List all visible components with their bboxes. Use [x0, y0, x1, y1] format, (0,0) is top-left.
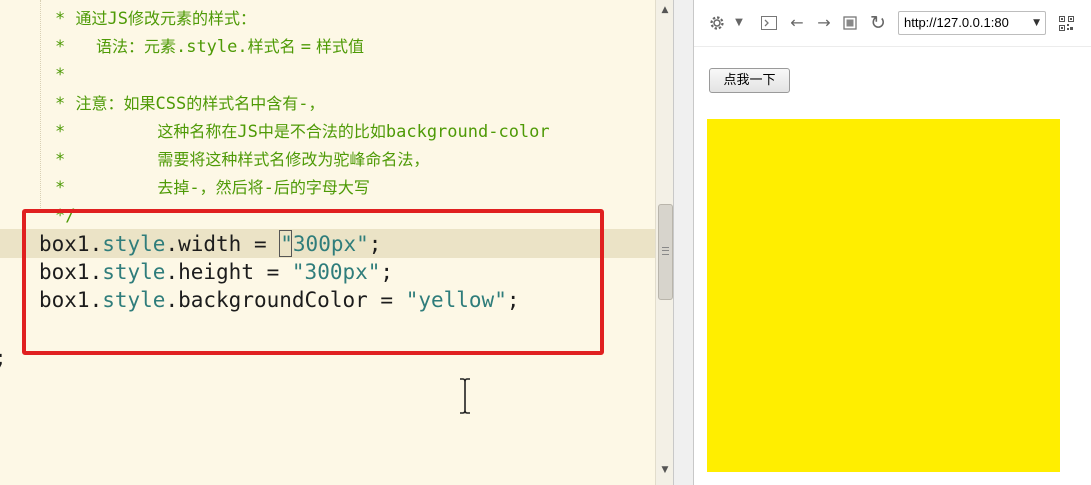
comment-line-5: * 这种名称在JS中是不合法的比如background-color: [55, 122, 550, 142]
scroll-thumb[interactable]: [658, 204, 673, 300]
indent-guide: [40, 0, 42, 212]
qr-code-icon[interactable]: [1057, 12, 1075, 34]
comment-line-6: * 需要将这种样式名修改为驼峰命名法，: [55, 150, 430, 170]
gear-icon[interactable]: [706, 12, 728, 34]
scroll-down-arrow-icon[interactable]: ▼: [656, 464, 673, 476]
code-editor[interactable]: * 通过JS修改元素的样式： * 语法：元素.style.样式名 = 样式值 *…: [0, 0, 673, 485]
closing-semicolon: ;: [0, 344, 7, 373]
stop-icon[interactable]: [842, 12, 858, 34]
box1-yellow-square: [707, 119, 1060, 472]
address-bar[interactable]: http://127.0.0.1:80 ▼: [898, 11, 1046, 35]
refresh-icon[interactable]: ↻: [868, 12, 888, 34]
browser-preview: ▼ ← → ↻ http://127.0.0.1:80 ▼ 点我一下: [694, 0, 1091, 485]
comment-line-7: * 去掉-，然后将-后的字母大写: [55, 178, 370, 198]
comment-line-2: * 语法：元素.style.样式名 = 样式值: [55, 37, 365, 57]
scroll-up-arrow-icon[interactable]: ▲: [656, 4, 673, 16]
forward-arrow-icon[interactable]: →: [814, 12, 834, 34]
click-me-button[interactable]: 点我一下: [709, 68, 790, 93]
comment-line-4: * 注意：如果CSS的样式名中含有-，: [55, 94, 325, 114]
vertical-scrollbar[interactable]: ▲ ▼: [655, 0, 673, 485]
url-text[interactable]: http://127.0.0.1:80: [904, 12, 1009, 34]
comment-line-3: *: [55, 65, 66, 85]
red-highlight-box: [22, 209, 604, 355]
i-beam-cursor-icon: [460, 378, 470, 414]
browser-toolbar: ▼ ← → ↻ http://127.0.0.1:80 ▼: [694, 0, 1091, 47]
url-dropdown-icon[interactable]: ▼: [1033, 12, 1040, 34]
chevron-down-icon[interactable]: ▼: [732, 12, 746, 34]
console-icon[interactable]: [760, 12, 778, 34]
back-arrow-icon[interactable]: ←: [787, 12, 807, 34]
grip-icon: [662, 247, 669, 255]
comment-line-1: * 通过JS修改元素的样式：: [55, 9, 256, 29]
pane-divider[interactable]: [673, 0, 694, 485]
